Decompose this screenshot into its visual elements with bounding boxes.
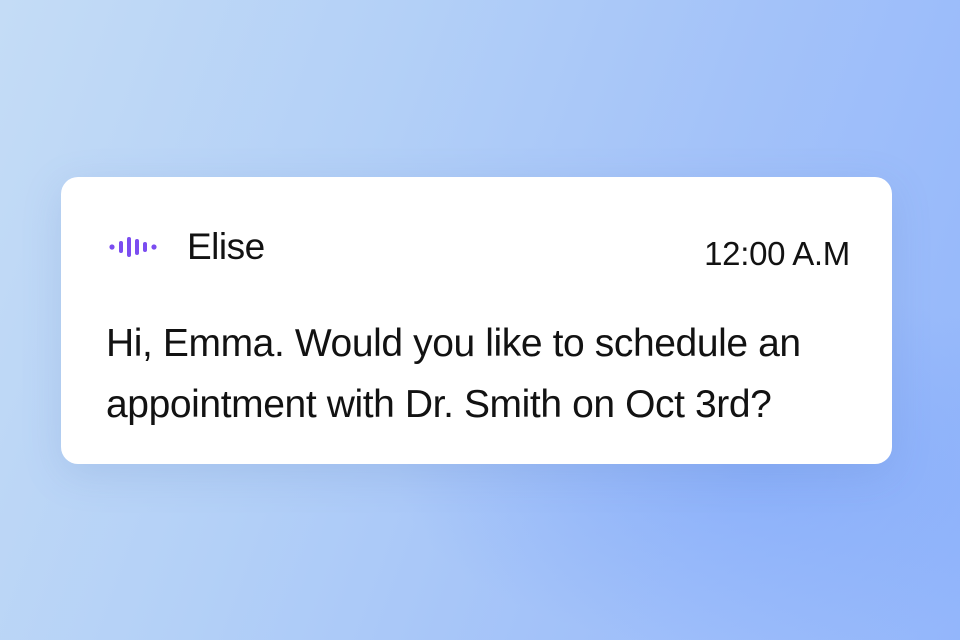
notification-header: Elise <box>109 225 265 269</box>
sound-wave-icon <box>109 236 163 258</box>
notification-message: Hi, Emma. Would you like to schedule an … <box>106 322 801 426</box>
sender-name: Elise <box>187 226 265 267</box>
notification-card[interactable]: Elise 12:00 A.M Hi, Emma. Would you like… <box>61 177 892 464</box>
notification-time: 12:00 A.M <box>704 235 850 272</box>
